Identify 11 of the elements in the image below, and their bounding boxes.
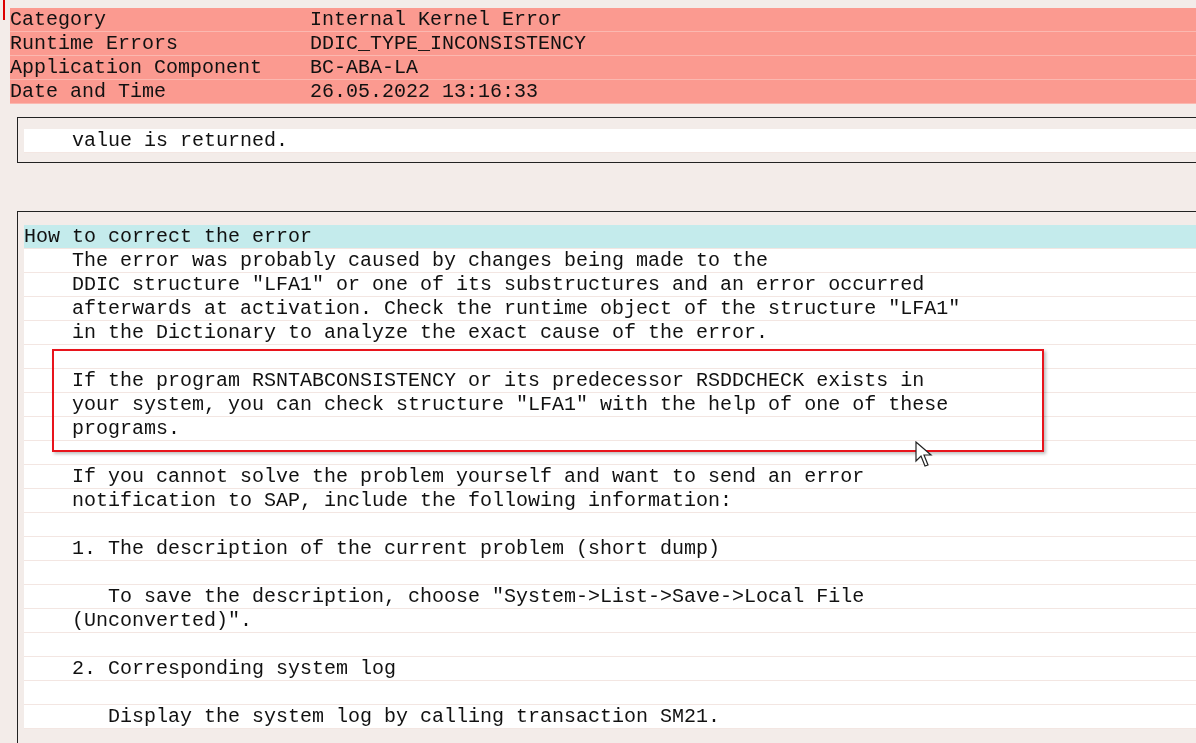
mouse-cursor-icon — [915, 441, 933, 469]
field-label: Date and Time — [10, 80, 168, 103]
field-value: Internal Kernel Error — [310, 8, 563, 31]
section-title: How to correct the error — [24, 225, 1196, 249]
field-label: Category — [10, 8, 107, 31]
field-value: BC-ABA-LA — [310, 56, 419, 79]
field-label: Runtime Errors — [10, 32, 180, 55]
edge-marker — [3, 0, 5, 20]
field-label: Application Component — [10, 56, 264, 79]
field-value: 26.05.2022 13:16:33 — [310, 80, 539, 103]
field-value: DDIC_TYPE_INCONSISTENCY — [310, 32, 587, 55]
